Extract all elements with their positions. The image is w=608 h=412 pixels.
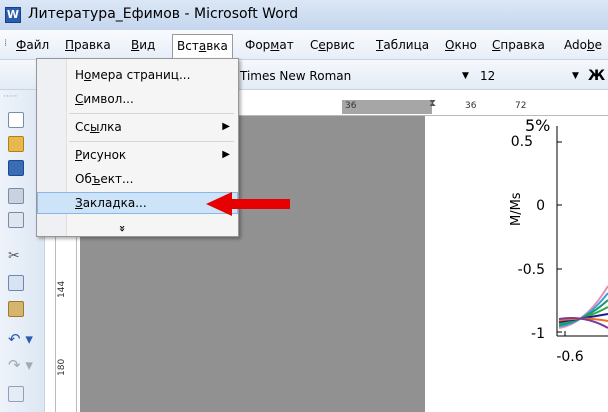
paste-icon[interactable] (8, 301, 24, 317)
format-painter-icon[interactable] (8, 386, 24, 402)
embedded-chart: 5% 0.5 0 -0.5 -1 -0.6 M/Ms (509, 116, 608, 365)
menu-item-page-numbers[interactable]: Номера страниц... (37, 64, 238, 86)
font-name-box[interactable]: Times New Roman (230, 66, 450, 86)
y-tick-label: 0.5 (511, 134, 533, 150)
word-doc-icon[interactable]: W (5, 7, 21, 23)
window-title: Литература_Ефимов - Microsoft Word (28, 6, 299, 22)
new-document-icon[interactable] (8, 112, 24, 128)
open-folder-icon[interactable] (8, 136, 24, 152)
menu-item-object[interactable]: Объект... (37, 168, 238, 190)
y-axis-label: M/Ms (509, 192, 524, 226)
undo-icon[interactable]: ↶ ▾ (8, 330, 38, 348)
ruler-dots: ····· (3, 92, 18, 102)
menu-tools[interactable]: Сервис (310, 38, 355, 52)
menu-window[interactable]: Окно (445, 38, 477, 52)
menu-item-picture[interactable]: Рисунок ▶ (37, 144, 238, 166)
menu-file[interactable]: Файл (16, 38, 49, 52)
document-page[interactable]: 5% 0.5 0 -0.5 -1 -0.6 M/Ms (425, 116, 608, 412)
y-tick-label: -1 (531, 326, 545, 342)
ruler-label: 144 (57, 280, 67, 298)
bold-button[interactable]: Ж (588, 66, 605, 86)
menu-table[interactable]: Таблица (376, 38, 429, 52)
menu-separator (69, 141, 234, 142)
save-icon[interactable] (8, 160, 24, 176)
menu-separator (69, 113, 234, 114)
title-bar: W Литература_Ефимов - Microsoft Word (0, 0, 608, 30)
y-tick-label: 0 (536, 198, 545, 214)
ruler-label: 36 (465, 101, 477, 111)
cut-icon[interactable]: ✂ (8, 248, 24, 264)
ruler-label: 72 (515, 101, 527, 111)
expand-menu-chevron-icon[interactable]: » (116, 225, 129, 232)
red-arrow-icon (206, 192, 290, 216)
chart-title-fragment: 5% (525, 116, 550, 135)
grip-handle[interactable]: ⁞ (4, 38, 7, 49)
print-icon[interactable] (8, 188, 24, 204)
print-preview-icon[interactable] (8, 212, 24, 228)
x-tick-label: -0.6 (556, 349, 583, 365)
submenu-arrow-icon: ▶ (222, 149, 230, 160)
menu-bar: ⁞ Файл Правка Вид Вставка Формат Сервис … (0, 30, 608, 60)
redo-icon[interactable]: ↷ ▾ (8, 356, 38, 374)
menu-format[interactable]: Формат (245, 38, 294, 52)
indent-marker-icon[interactable]: ⧗ (429, 98, 436, 109)
font-size-box[interactable]: 12 (450, 66, 560, 86)
size-dropdown-icon[interactable]: ▼ (572, 71, 579, 81)
copy-icon[interactable] (8, 275, 24, 291)
menu-item-reference[interactable]: Ссылка ▶ (37, 116, 238, 138)
ruler-label: 180 (57, 358, 67, 376)
submenu-arrow-icon: ▶ (222, 121, 230, 132)
menu-item-symbol[interactable]: Символ... (37, 88, 238, 110)
menu-help[interactable]: Справка (492, 38, 545, 52)
menu-adobe[interactable]: Adobe (564, 38, 602, 52)
menu-insert[interactable]: Вставка (172, 34, 233, 60)
menu-edit[interactable]: Правка (65, 38, 111, 52)
ruler-label: 36 (345, 101, 357, 111)
chart-curves (558, 285, 608, 329)
menu-view[interactable]: Вид (131, 38, 155, 52)
y-tick-label: -0.5 (518, 262, 545, 278)
